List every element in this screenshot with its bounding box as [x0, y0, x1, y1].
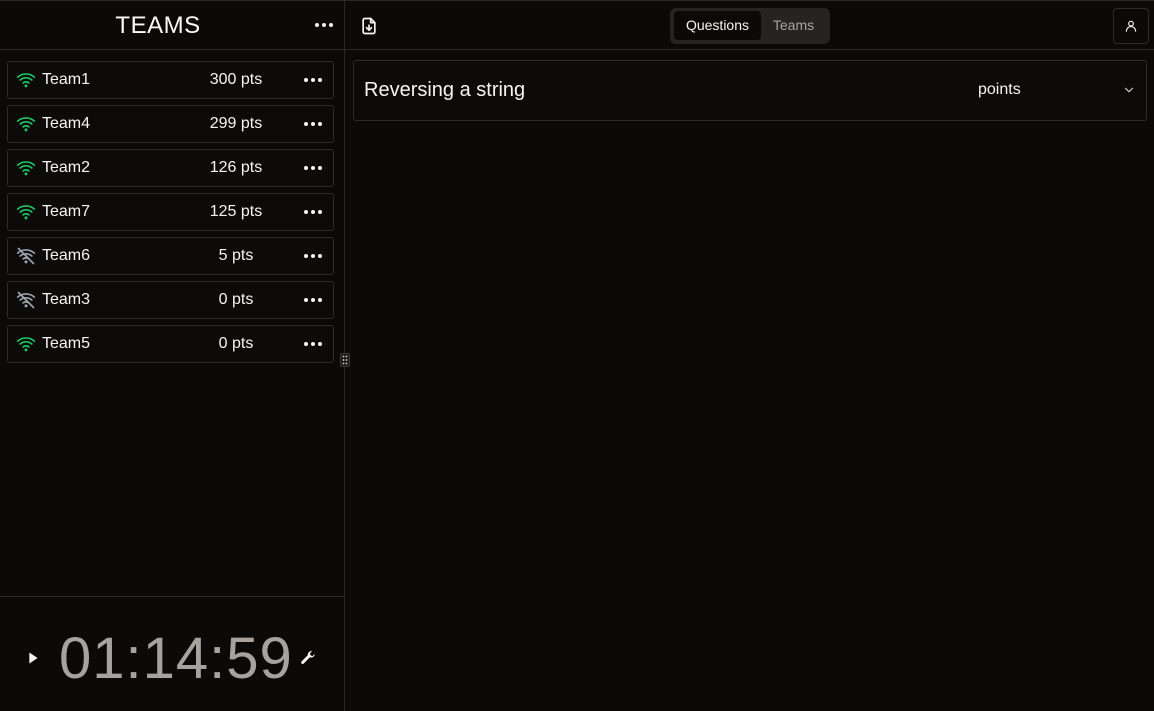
teams-panel-header: TEAMS [0, 1, 344, 50]
teams-panel: TEAMS Team1 300 pts Team4 299 pts Team2 … [0, 1, 345, 711]
team-name: Team1 [42, 71, 91, 88]
question-points-label: points [978, 81, 1021, 98]
wifi-icon [16, 73, 36, 88]
team-row[interactable]: Team5 0 pts [7, 325, 334, 363]
team-row[interactable]: Team1 300 pts [7, 61, 334, 99]
team-points: 126 pts [209, 159, 263, 176]
team-menu-button[interactable] [299, 154, 327, 182]
team-name: Team2 [42, 159, 91, 176]
main-header: Questions Teams [345, 1, 1154, 50]
team-menu-button[interactable] [299, 330, 327, 358]
teams-panel-title: TEAMS [115, 12, 201, 39]
team-menu-button[interactable] [299, 286, 327, 314]
question-item[interactable]: Reversing a string points [353, 60, 1147, 121]
more-horizontal-icon [304, 210, 322, 214]
team-row[interactable]: Team6 5 pts [7, 237, 334, 275]
team-points: 0 pts [218, 291, 254, 308]
more-horizontal-icon [304, 166, 322, 170]
more-horizontal-icon [315, 23, 333, 27]
more-horizontal-icon [304, 122, 322, 126]
file-download-icon[interactable] [359, 16, 379, 36]
team-points: 300 pts [209, 71, 263, 88]
team-menu-button[interactable] [299, 110, 327, 138]
team-menu-button[interactable] [299, 242, 327, 270]
team-name: Team6 [42, 247, 91, 264]
play-icon[interactable] [22, 647, 44, 669]
user-icon [1125, 20, 1137, 32]
more-horizontal-icon [304, 254, 322, 258]
team-name: Team3 [42, 291, 91, 308]
team-menu-button[interactable] [299, 66, 327, 94]
wrench-icon[interactable] [299, 649, 317, 667]
team-row[interactable]: Team3 0 pts [7, 281, 334, 319]
more-horizontal-icon [304, 342, 322, 346]
wifi-off-icon [16, 291, 36, 309]
team-points: 299 pts [209, 115, 263, 132]
team-menu-button[interactable] [299, 198, 327, 226]
timer-panel: 01:14:59 [0, 596, 344, 711]
main-panel: Questions Teams Reversing a string point… [345, 1, 1154, 711]
team-points: 125 pts [209, 203, 263, 220]
teams-menu-button[interactable] [310, 11, 338, 39]
wifi-icon [16, 117, 36, 132]
team-row[interactable]: Team2 126 pts [7, 149, 334, 187]
team-points: 5 pts [218, 247, 254, 264]
team-points: 0 pts [218, 335, 254, 352]
wifi-off-icon [16, 247, 36, 265]
team-name: Team5 [42, 335, 91, 352]
team-row[interactable]: Team4 299 pts [7, 105, 334, 143]
team-name: Team7 [42, 203, 91, 220]
app-root: TEAMS Team1 300 pts Team4 299 pts Team2 … [0, 0, 1154, 711]
tab-questions[interactable]: Questions [674, 11, 761, 40]
team-name: Team4 [42, 115, 91, 132]
more-horizontal-icon [304, 78, 322, 82]
view-tabs: Questions Teams [670, 8, 830, 44]
timer-display: 01:14:59 [59, 626, 293, 691]
wifi-icon [16, 161, 36, 176]
tab-teams[interactable]: Teams [761, 11, 826, 40]
user-button[interactable] [1113, 8, 1149, 44]
chevron-down-icon[interactable] [1122, 83, 1136, 97]
wifi-icon [16, 205, 36, 220]
team-row[interactable]: Team7 125 pts [7, 193, 334, 231]
wifi-icon [16, 337, 36, 352]
question-title: Reversing a string [364, 79, 526, 101]
team-list: Team1 300 pts Team4 299 pts Team2 126 pt… [7, 61, 334, 369]
more-horizontal-icon [304, 298, 322, 302]
